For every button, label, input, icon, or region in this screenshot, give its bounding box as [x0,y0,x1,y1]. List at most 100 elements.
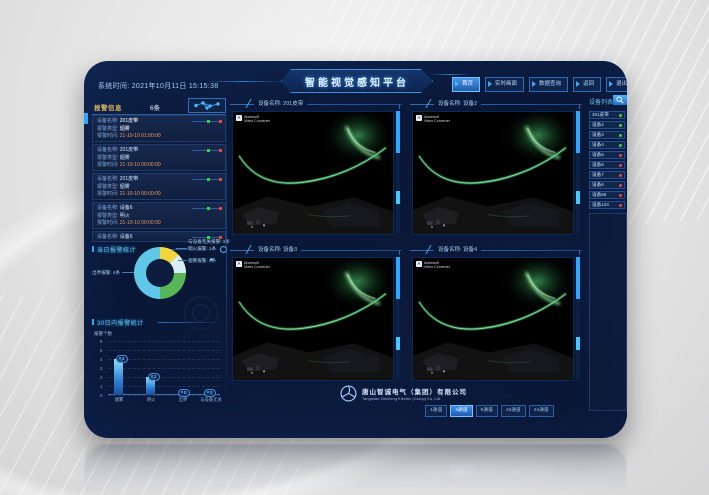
status-dot [619,204,622,207]
bar-value: 0 [204,389,216,397]
alarm-mini-indicator [192,206,222,210]
video-scene [413,258,573,380]
channel-button-9[interactable]: 9通道 [476,405,498,417]
alarm-time-value: 21-10-10 01:00:00 [120,133,161,139]
video-title: 设备名称: 设备3 [254,245,301,253]
status-dot [619,134,622,137]
nav-button-live-view[interactable]: 实时画面 [485,77,524,92]
nav-button-back[interactable]: 返回 [573,77,601,92]
header-line-left [204,81,284,82]
status-dot [619,194,622,197]
watermark: AAiseesoftVideo Converter [416,261,450,269]
watermark: AAiseesoftVideo Converter [236,261,270,269]
device-list-item[interactable]: 设备6 [589,161,625,169]
edge-accent [84,113,88,124]
donut-label-outbound: 出界报警: 4条 [92,270,120,276]
monthly-stats-title: 30日内报警统计 [92,318,144,327]
status-dot [619,114,622,117]
status-dot [619,164,622,167]
alarm-list-item[interactable]: 设备名称: 201皮带 报警类型: 烟雾 报警时间: 21-10-10 01:0… [92,115,226,142]
video-title-bar: 设备名称: 设备2 [410,97,582,110]
alarm-mini-indicator [192,177,222,181]
device-list-item[interactable]: 设备8 [589,181,625,189]
device-list-item[interactable]: 设备3 [589,131,625,139]
video-panel-4: 设备名称: 设备4 AAiseesoftVideo Converter [410,243,582,383]
alarm-panel-header: 报警信息 6条 [92,100,226,115]
alarm-type-value: 烟雾 [120,126,130,132]
alarm-type-label: 报警类型: [97,126,118,132]
status-dot [619,144,622,147]
watermark: AAiseesoftVideo Converter [236,115,270,123]
video-scene [233,112,393,234]
video-scene [413,112,573,234]
bar-outbound [178,341,187,395]
video-scrollbar[interactable] [396,257,400,379]
alarm-list-item[interactable]: 设备名称: 设备6 报警类型: 明火 报警时间: 21-10-10 00:00:… [92,202,226,229]
video-feed[interactable]: AAiseesoftVideo Converter [412,111,574,235]
alarm-list-item[interactable]: 设备名称: 201皮带 报警类型: 烟雾 报警时间: 21-10-10 00:0… [92,173,226,200]
bar-smoke [114,341,123,395]
x-tick-outbound: 出界 [179,397,188,403]
faint-emblem [184,296,218,330]
company-logo-icon [340,385,357,402]
channel-button-1[interactable]: 1通道 [425,405,447,417]
company-name-cn: 唐山智诚电气（集团）有限公司 [362,386,467,396]
status-dot [619,184,622,187]
device-list-item[interactable]: 设备2 [589,121,625,129]
today-alarm-donut-chart [134,247,186,299]
video-feed[interactable]: AAiseesoftVideo Converter [232,257,394,381]
nav-button-data-query[interactable]: 数据查询 [529,77,568,92]
video-scrollbar[interactable] [576,257,580,379]
company-name-en: Tangshan Zhicheng Electric (Group) Co.,L… [362,396,467,401]
bar-fire [146,341,155,395]
status-dot [619,124,622,127]
monthly-bar-chart: 报警个数 6 5 4 3 2 1 0 4 2 0 0 烟雾 明火 出界 [92,332,226,408]
x-tick-unrelated: 与设备无关 [200,397,221,403]
donut-label-unrelated: 与设备无关报警: 1条 [188,239,230,245]
donut-label-smoke: 烟雾报警: 2条 [188,258,216,264]
today-stats-title: 当日报警统计 [92,245,136,254]
video-title: 设备名称: 设备4 [434,245,481,253]
nav-button-home[interactable]: 首页 [452,77,480,92]
alarm-panel-title: 报警信息 [94,102,122,112]
device-list-title: 设备列表 [589,97,613,106]
device-list-panel: 设备列表 201皮带 设备2 设备3 设备4 设备5 设备6 设备7 设备8 设… [589,95,627,413]
company-brand: 唐山智诚电气（集团）有限公司 Tangshan Zhicheng Electri… [340,385,467,402]
alarm-list-item[interactable]: 设备名称: 201皮带 报警类型: 烟雾 报警时间: 21-10-10 00:0… [92,144,226,171]
vertical-divider [226,101,227,396]
alarm-panel: 报警信息 6条 设备名称: 201皮带 报警类型: 烟雾 报警时间: 21-10… [92,100,226,412]
video-feed[interactable]: AAiseesoftVideo Converter [232,111,394,235]
x-tick-smoke: 烟雾 [115,397,124,403]
device-list-item[interactable]: 设备7 [589,171,625,179]
video-title-bar: 设备名称: 201皮带 [230,97,402,110]
bar-unrelated [206,341,215,395]
network-icon [188,98,226,113]
nav-button-exit[interactable]: 退出系统 [606,77,627,92]
video-scrollbar[interactable] [396,111,400,233]
video-panel-3: 设备名称: 设备3 AAiseesoftVideo Converter [230,243,402,383]
donut-leader-line [176,248,187,249]
status-dot [619,154,622,157]
device-list-item[interactable]: 201皮带 [589,111,625,119]
system-time: 系统时间: 2021年10月11日 15:15:38 [98,81,219,91]
alarm-time-label: 报警时间: [97,133,118,139]
video-title: 设备名称: 201皮带 [254,99,307,107]
decorative-line [158,322,220,323]
donut-hole [146,259,174,287]
channel-button-16[interactable]: 16通道 [501,405,526,417]
channel-button-24[interactable]: 24通道 [529,405,554,417]
device-list-item[interactable]: 设备55 [589,191,625,199]
device-list-item[interactable]: 设备4 [589,141,625,149]
header-line-right [430,74,470,75]
video-scrollbar[interactable] [576,111,580,233]
device-list-item[interactable]: 设备5 [589,151,625,159]
video-panel-2: 设备名称: 设备2 AAiseesoftVideo Converter [410,97,582,237]
device-list-item[interactable]: 设备123 [589,201,625,209]
donut-leader-line [178,260,187,261]
dashboard-screen: 系统时间: 2021年10月11日 15:15:38 智能视觉感知平台 首页 实… [84,61,627,438]
video-title: 设备名称: 设备2 [434,99,481,107]
channel-button-4[interactable]: 4通道 [450,405,472,417]
search-icon[interactable] [613,95,627,105]
video-feed[interactable]: AAiseesoftVideo Converter [412,257,574,381]
device-list-empty-area [589,213,627,411]
